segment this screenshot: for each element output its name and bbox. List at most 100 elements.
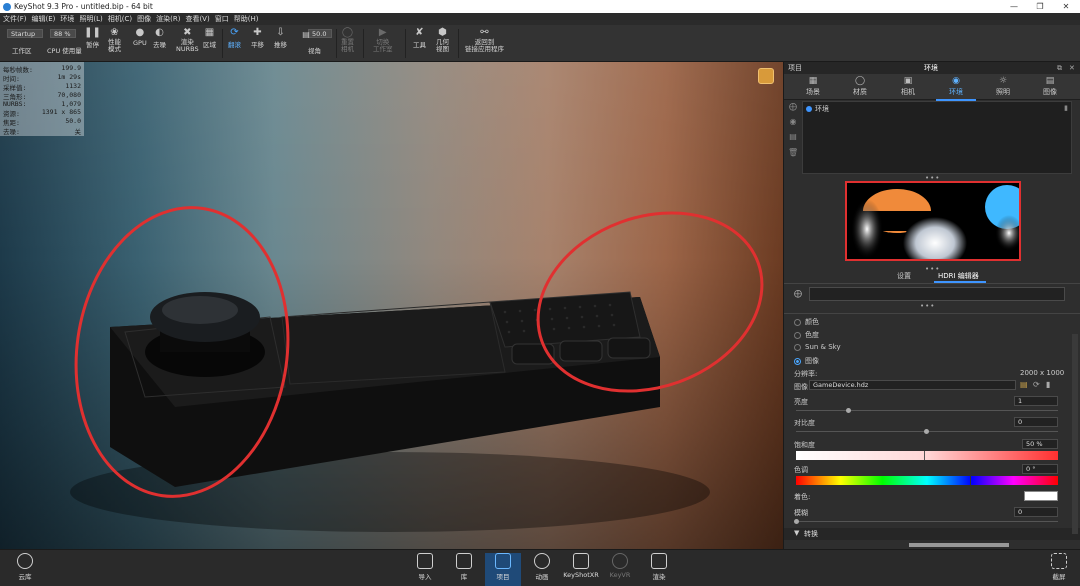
- blur-field[interactable]: 0: [1014, 507, 1058, 517]
- stat-row: 去噪: 关: [3, 128, 81, 137]
- environment-icon: ◉: [952, 76, 960, 86]
- denoise-button[interactable]: ◐ 去噪: [153, 27, 166, 49]
- resize-handle[interactable]: •••: [920, 302, 935, 310]
- contrast-slider-knob[interactable]: [924, 429, 929, 434]
- camera-icon: ▣: [903, 76, 913, 86]
- saturation-marker[interactable]: [924, 451, 925, 460]
- vr-headset-icon: [612, 553, 628, 569]
- toolbar-separator: [336, 29, 337, 58]
- delete-icon[interactable]: 🗑: [788, 148, 798, 158]
- cpu-usage-field[interactable]: 88 %: [50, 29, 76, 38]
- pause-button[interactable]: ❚❚ 暂停: [84, 27, 101, 49]
- bg-option-gradient[interactable]: 色度: [794, 330, 819, 340]
- trash-icon[interactable]: ▮: [1046, 380, 1050, 389]
- pin-name-field[interactable]: [809, 287, 1065, 301]
- horizontal-scrollbar[interactable]: [909, 543, 1009, 547]
- studio-icon: ▶: [378, 27, 387, 38]
- contrast-field[interactable]: 0: [1014, 417, 1058, 427]
- brightness-slider-knob[interactable]: [846, 408, 851, 413]
- toolbar-separator: [458, 29, 459, 58]
- duplicate-icon[interactable]: ◉: [788, 117, 798, 127]
- radio-button[interactable]: [794, 318, 801, 326]
- saturation-field[interactable]: 50 %: [1022, 439, 1058, 449]
- tab-hdri-editor[interactable]: HDRI 编辑器: [938, 271, 979, 281]
- menu-environment[interactable]: 环境: [60, 14, 74, 24]
- folder-icon[interactable]: ▤: [1020, 380, 1028, 389]
- menu-camera[interactable]: 相机(C): [108, 14, 132, 24]
- tab-lighting[interactable]: ☼ 照明: [983, 76, 1023, 97]
- tint-color-swatch[interactable]: [1024, 491, 1058, 501]
- white-light-left: [851, 199, 883, 259]
- tab-settings[interactable]: 设置: [897, 271, 911, 281]
- project-button[interactable]: 项目: [485, 553, 521, 586]
- performance-mode-button[interactable]: ❀ 性能 模式: [108, 27, 121, 53]
- dolly-button[interactable]: ⇩ 推移: [274, 27, 287, 49]
- tab-material[interactable]: ◯ 材质: [840, 76, 880, 97]
- bg-option-image[interactable]: 图像: [794, 356, 819, 366]
- menu-file[interactable]: 文件(F): [3, 14, 27, 24]
- undock-icon[interactable]: ⧉: [1057, 64, 1062, 73]
- keyvr-button[interactable]: KeyVR: [602, 553, 638, 579]
- radio-button[interactable]: [794, 343, 801, 351]
- gpu-button[interactable]: ● GPU: [133, 27, 147, 47]
- library-button[interactable]: 库: [446, 553, 482, 581]
- menu-edit[interactable]: 编辑(E): [32, 14, 56, 24]
- render-nurbs-button[interactable]: ✖ 渲染 NURBS: [176, 27, 199, 53]
- switch-studio-button[interactable]: ▶ 切换 工作室: [373, 27, 393, 53]
- menu-render[interactable]: 渲染(R): [156, 14, 180, 24]
- panel-close-icon[interactable]: ✕: [1069, 64, 1075, 72]
- material-picker-icon[interactable]: [758, 68, 774, 84]
- refresh-icon[interactable]: ⟳: [1033, 380, 1040, 389]
- menu-view[interactable]: 查看(V): [185, 14, 209, 24]
- environment-list-item[interactable]: 环境: [806, 104, 829, 114]
- cloud-library-button[interactable]: 云库: [7, 553, 43, 581]
- hdri-preview[interactable]: [845, 181, 1021, 261]
- menu-image[interactable]: 图像: [137, 14, 151, 24]
- export-icon[interactable]: ▤: [788, 132, 798, 142]
- radio-button[interactable]: [794, 331, 801, 339]
- menu-window[interactable]: 窗口: [215, 14, 229, 24]
- region-button[interactable]: ▦ 区域: [203, 27, 216, 49]
- return-to-linked-app-button[interactable]: ⚯ 返回到 链接应用程序: [465, 27, 504, 53]
- stat-row: 采样值: 1132: [3, 81, 81, 92]
- animation-button[interactable]: 动画: [524, 553, 560, 581]
- maximize-icon[interactable]: ❐: [1027, 0, 1053, 13]
- tab-environment[interactable]: ◉ 环境: [936, 76, 976, 101]
- hue-marker[interactable]: [970, 476, 971, 485]
- blur-slider-knob[interactable]: [794, 519, 799, 524]
- hue-gradient-slider[interactable]: [796, 476, 1058, 485]
- tab-camera[interactable]: ▣ 相机: [888, 76, 928, 97]
- menu-help[interactable]: 帮助(H): [234, 14, 259, 24]
- add-environment-icon[interactable]: ⨁: [788, 102, 798, 112]
- tools-button[interactable]: ✘ 工具: [413, 27, 426, 49]
- saturation-gradient-slider[interactable]: [796, 451, 1058, 460]
- render-button[interactable]: 渲染: [641, 553, 677, 581]
- workspace-select[interactable]: Startup: [7, 29, 43, 38]
- image-file-field[interactable]: GameDevice.hdz: [809, 380, 1016, 390]
- close-icon[interactable]: ✕: [1053, 0, 1079, 13]
- screenshot-button[interactable]: 截屏: [1041, 553, 1077, 581]
- tab-scene[interactable]: ▦ 场景: [793, 76, 833, 97]
- hue-field[interactable]: 0 °: [1022, 464, 1058, 474]
- image-label: 图像: [794, 383, 808, 391]
- transform-section-header[interactable]: ▼ 转换: [784, 528, 1080, 540]
- import-button[interactable]: 导入: [407, 553, 443, 581]
- geometry-view-button[interactable]: ⬢ 几何 视图: [436, 27, 449, 53]
- bg-option-color[interactable]: 颜色: [794, 317, 819, 327]
- bg-option-sun-sky[interactable]: Sun & Sky: [794, 343, 841, 351]
- menu-lighting[interactable]: 照明(L): [79, 14, 102, 24]
- keyshotxr-button[interactable]: KeyShotXR: [563, 553, 599, 579]
- render-viewport[interactable]: 每秒帧数: 199.9 时间: 1m 29s 采样值: 1132 三角形: 70,080…: [0, 62, 783, 549]
- tab-image[interactable]: ▤ 图像: [1030, 76, 1070, 97]
- pin-icon[interactable]: ⨁: [794, 289, 802, 298]
- stat-row: 焦距: 50.0: [3, 117, 81, 128]
- reset-camera-button[interactable]: ◯ 重置 相机: [341, 27, 354, 53]
- minimize-icon[interactable]: —: [1001, 0, 1027, 13]
- brightness-field[interactable]: 1: [1014, 396, 1058, 406]
- performance-icon: ❀: [110, 27, 119, 38]
- tumble-button[interactable]: ⟳ 翻滚: [228, 27, 241, 49]
- vertical-scrollbar[interactable]: [1072, 334, 1078, 534]
- pan-button[interactable]: ✚ 平移: [251, 27, 264, 49]
- lock-icon[interactable]: ▮: [1064, 104, 1068, 112]
- radio-button[interactable]: [794, 357, 801, 365]
